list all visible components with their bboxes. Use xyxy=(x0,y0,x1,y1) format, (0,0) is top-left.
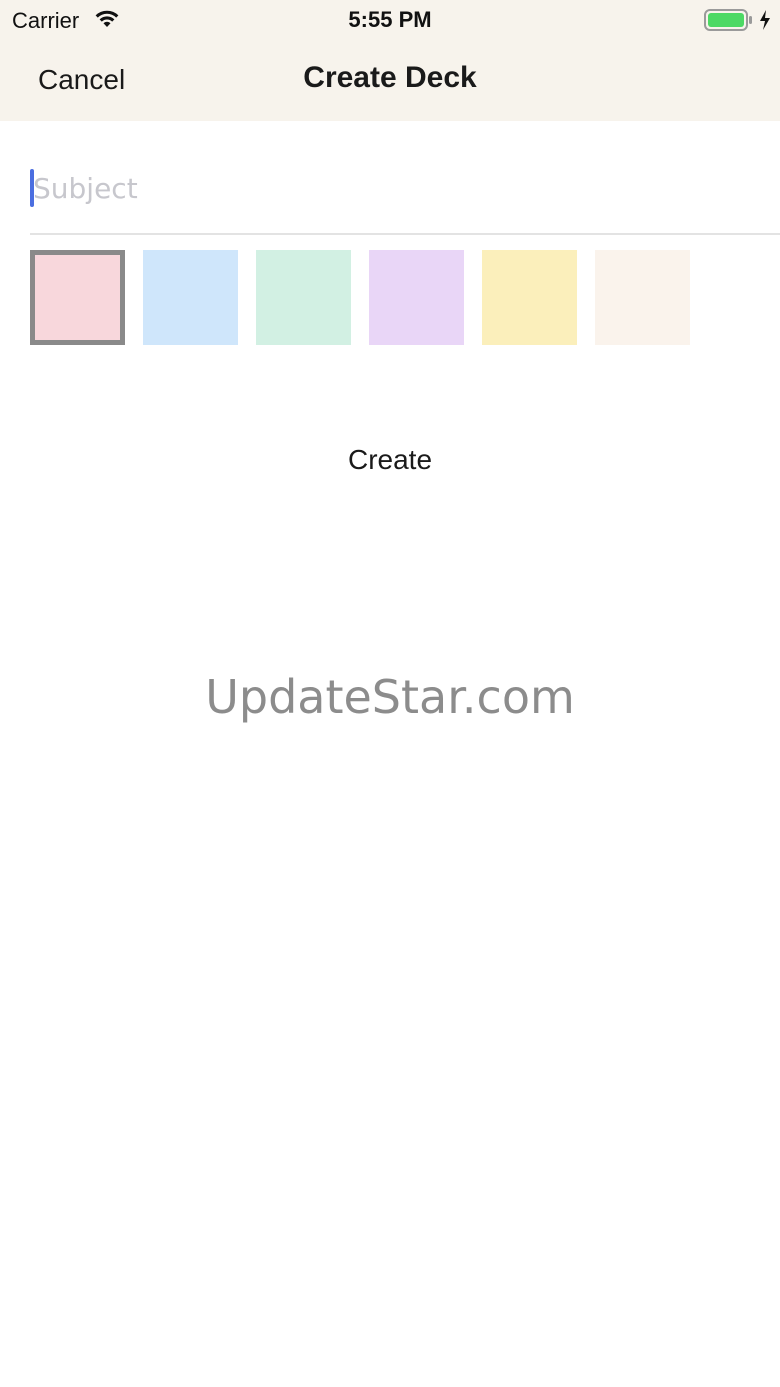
color-swatch[interactable] xyxy=(595,250,690,345)
create-deck-screen: Carrier 5:55 PM Cancel Create Deck Creat… xyxy=(0,0,780,1387)
charging-bolt-icon xyxy=(760,10,770,30)
text-cursor xyxy=(30,169,34,207)
subject-divider xyxy=(30,233,780,235)
color-swatch[interactable] xyxy=(256,250,351,345)
status-time: 5:55 PM xyxy=(348,7,432,32)
color-swatch[interactable] xyxy=(143,250,238,345)
watermark-text: UpdateStar.com xyxy=(205,670,575,724)
create-button[interactable]: Create xyxy=(0,444,780,476)
page-title: Create Deck xyxy=(303,61,477,94)
battery-icon xyxy=(704,9,752,31)
subject-input[interactable] xyxy=(30,160,780,216)
color-swatch[interactable] xyxy=(369,250,464,345)
status-bar: Carrier 5:55 PM xyxy=(0,0,780,40)
color-swatch[interactable] xyxy=(482,250,577,345)
color-swatch[interactable] xyxy=(30,250,125,345)
navigation-bar: Cancel Create Deck xyxy=(0,40,780,121)
